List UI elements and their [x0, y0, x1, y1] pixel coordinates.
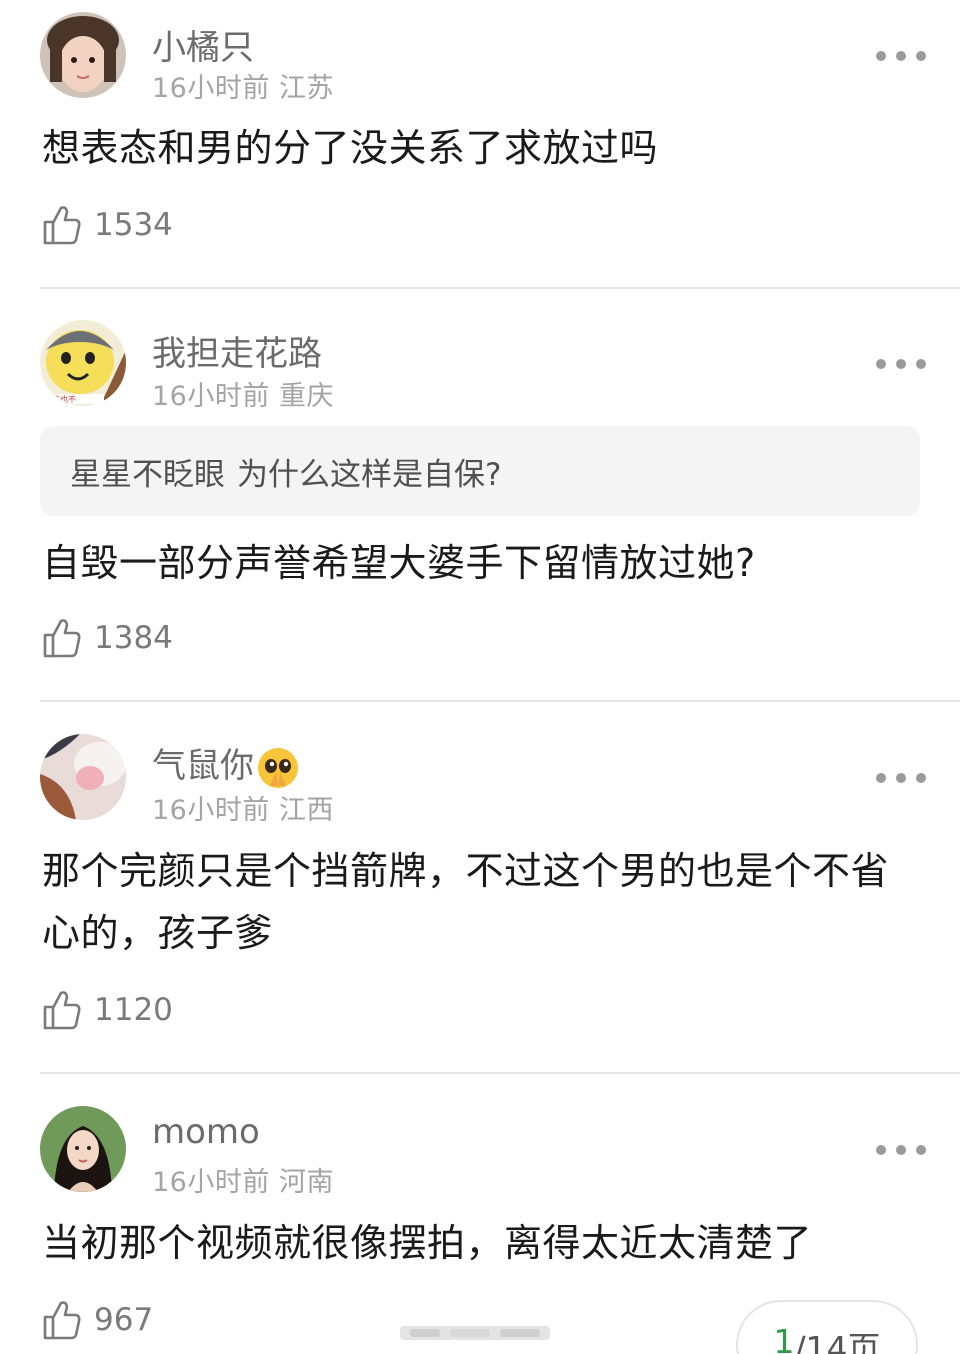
like-button[interactable]: 1384	[42, 616, 173, 660]
like-count: 967	[94, 1302, 154, 1338]
comment-text: 那个完颜只是个挡箭牌，不过这个男的也是个不省心的，孩子爹	[42, 849, 890, 955]
comment-location: 江西	[278, 795, 334, 826]
avatar-image	[40, 12, 126, 98]
comment-time: 16小时前	[152, 795, 270, 826]
pleading-face-emoji-icon	[258, 747, 298, 788]
quote-text: 为什么这样是自保?	[237, 456, 502, 493]
thumbs-up-icon	[43, 206, 81, 245]
avatar[interactable]	[40, 12, 126, 98]
like-button[interactable]: 1120	[42, 988, 173, 1032]
more-options-button[interactable]	[876, 357, 926, 371]
comment-item: 气鼠你 16小时前 江西 那个完颜只是个挡箭牌，不过这个男的也是个不省心的，孩子…	[0, 702, 960, 1074]
username[interactable]: momo	[152, 1112, 260, 1152]
comment-item: 牛也不 我担走花路 16小时前 重庆 星星不眨眼 为什么这样是自保? 自毁一部分…	[0, 290, 960, 702]
avatar-image	[40, 734, 126, 820]
username-text: 气鼠你	[152, 746, 254, 786]
more-options-button[interactable]	[876, 49, 926, 63]
comment-meta: 16小时前 重庆	[152, 374, 334, 413]
comment-item: 小橘只 16小时前 江苏 想表态和男的分了没关系了求放过吗 1534	[0, 0, 960, 290]
comment-location: 重庆	[278, 381, 334, 412]
thumbs-up-icon	[43, 991, 81, 1030]
username[interactable]: 小橘只	[152, 20, 254, 69]
like-count: 1120	[94, 992, 173, 1028]
like-count: 1534	[94, 207, 173, 243]
more-dots-icon	[876, 359, 886, 369]
like-button[interactable]: 1534	[42, 203, 173, 247]
comment-meta: 16小时前 江苏	[152, 66, 334, 105]
avatar[interactable]: 牛也不	[40, 320, 126, 406]
quoted-reply[interactable]: 星星不眨眼 为什么这样是自保?	[40, 426, 920, 516]
more-options-button[interactable]	[876, 1143, 926, 1157]
thumbs-up-icon	[43, 619, 81, 658]
watermark	[400, 1326, 550, 1340]
comment-meta: 16小时前 江西	[152, 788, 334, 827]
more-options-button[interactable]	[876, 771, 926, 785]
more-dots-icon	[876, 51, 886, 61]
thumbs-up-icon	[43, 1301, 81, 1340]
comment-text: 自毁一部分声誉希望大婆手下留情放过她?	[42, 541, 756, 585]
username[interactable]: 我担走花路	[152, 326, 322, 375]
comment-location: 河南	[278, 1167, 334, 1198]
svg-text:牛也不: 牛也不	[52, 394, 76, 404]
current-page: 1	[773, 1322, 795, 1354]
avatar[interactable]	[40, 734, 126, 820]
divider	[40, 287, 960, 289]
comment-text: 当初那个视频就很像摆拍，离得太近太清楚了	[42, 1221, 813, 1265]
total-pages: /14页	[794, 1329, 881, 1354]
avatar[interactable]	[40, 1106, 126, 1192]
avatar-image: 牛也不	[40, 320, 126, 406]
avatar-image	[40, 1106, 126, 1192]
comment-location: 江苏	[278, 73, 334, 104]
more-dots-icon	[876, 773, 886, 783]
like-count: 1384	[94, 620, 173, 656]
comment-text: 想表态和男的分了没关系了求放过吗	[42, 126, 659, 170]
quote-author[interactable]: 星星不眨眼	[70, 449, 225, 494]
more-dots-icon	[876, 1145, 886, 1155]
comment-time: 16小时前	[152, 73, 270, 104]
pagination-indicator[interactable]: 1/14页	[736, 1300, 918, 1354]
username[interactable]: 气鼠你	[152, 738, 300, 790]
like-button[interactable]: 967	[42, 1298, 153, 1342]
comment-time: 16小时前	[152, 1167, 270, 1198]
comment-meta: 16小时前 河南	[152, 1160, 334, 1199]
comment-time: 16小时前	[152, 381, 270, 412]
